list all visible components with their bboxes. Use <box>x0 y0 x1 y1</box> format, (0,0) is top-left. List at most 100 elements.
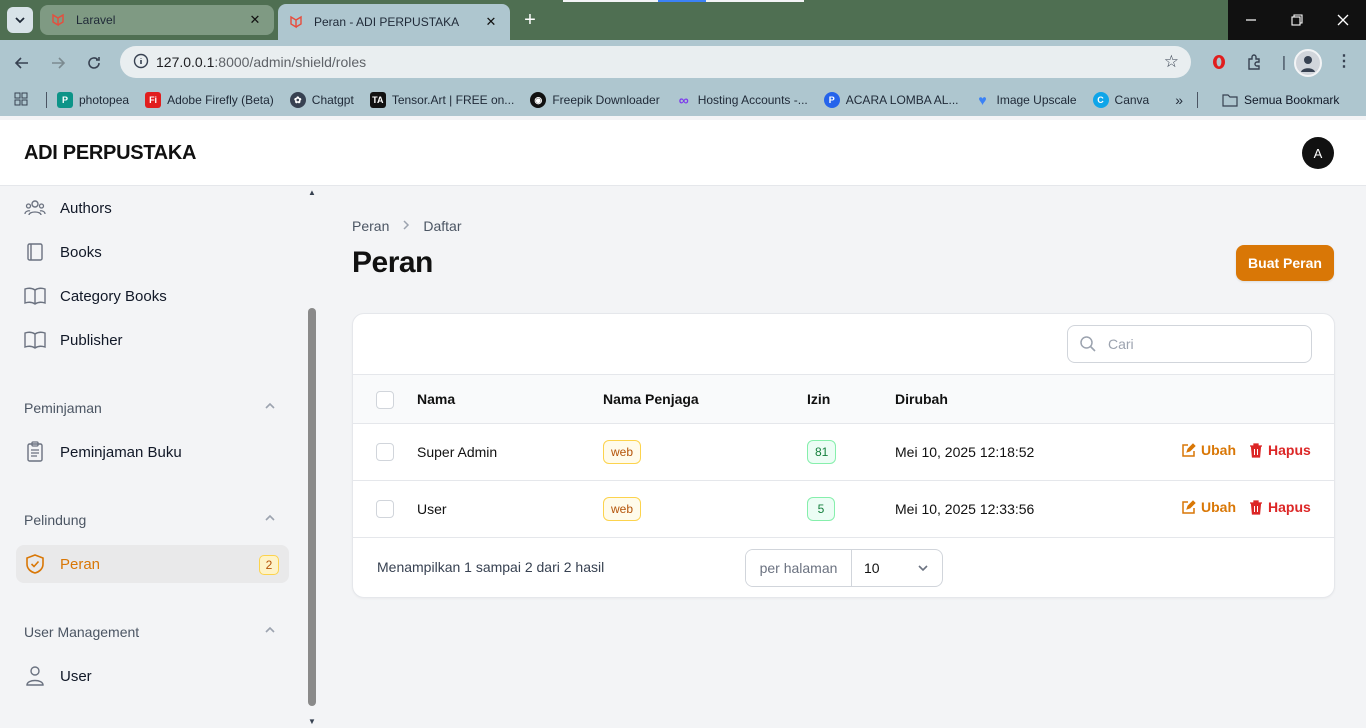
breadcrumb: Peran Daftar <box>352 218 461 234</box>
acara-icon: P <box>823 92 840 108</box>
minimize-icon[interactable] <box>1228 0 1274 40</box>
updated-at: Mei 10, 2025 12:33:56 <box>895 501 1035 517</box>
new-tab-button[interactable]: + <box>518 9 542 33</box>
select-all-checkbox[interactable] <box>376 391 394 409</box>
close-window-icon[interactable] <box>1320 0 1366 40</box>
scroll-up-icon[interactable]: ▲ <box>308 188 316 197</box>
brand-title[interactable]: ADI PERPUSTAKA <box>24 142 196 165</box>
browser-toolbar: 127.0.0.1:8000/admin/shield/roles ☆ | ⋮ <box>0 40 1366 84</box>
bookmark-star-icon[interactable]: ☆ <box>1164 52 1179 72</box>
column-header-guard[interactable]: Nama Penjaga <box>603 391 699 407</box>
chevron-up-icon[interactable] <box>264 624 278 639</box>
restore-icon[interactable] <box>1274 0 1320 40</box>
book-open-icon <box>24 329 46 351</box>
bookmark-acara[interactable]: P ACARA LOMBA AL... <box>823 92 958 108</box>
canva-icon: C <box>1092 92 1109 108</box>
search-field[interactable] <box>1067 325 1312 363</box>
search-input[interactable] <box>1108 336 1298 352</box>
row-checkbox[interactable] <box>376 500 394 518</box>
bookmark-canva[interactable]: C Canva <box>1092 92 1149 108</box>
per-page-select[interactable]: per halaman 10 <box>745 549 943 587</box>
address-bar[interactable]: 127.0.0.1:8000/admin/shield/roles ☆ <box>120 46 1191 78</box>
updated-at: Mei 10, 2025 12:18:52 <box>895 444 1035 460</box>
back-icon[interactable] <box>10 51 34 75</box>
chevron-up-icon[interactable] <box>264 400 278 415</box>
sidebar-item-label: Authors <box>60 199 112 217</box>
bookmark-tensorart[interactable]: TA Tensor.Art | FREE on... <box>369 92 514 108</box>
sidebar-item-peran[interactable]: Peran 2 <box>16 545 289 583</box>
scroll-down-icon[interactable]: ▼ <box>308 717 316 726</box>
roles-table-card: Nama Nama Penjaga Izin Dirubah Super Adm… <box>352 313 1335 598</box>
sidebar-item-user[interactable]: User <box>16 657 289 695</box>
bookmark-freepik[interactable]: ◉ Freepik Downloader <box>530 92 660 108</box>
tab-laravel[interactable]: Laravel ✕ <box>40 5 274 35</box>
more-menu-icon[interactable]: ⋮ <box>1336 51 1352 71</box>
all-bookmarks-folder[interactable]: Semua Bookmark <box>1222 93 1339 107</box>
sidebar-item-category-books[interactable]: Category Books <box>16 277 289 315</box>
sidebar-item-label: Publisher <box>60 331 123 349</box>
window-strip <box>706 0 804 2</box>
user-icon <box>24 665 46 687</box>
page-title: Peran <box>352 246 433 279</box>
close-icon[interactable]: ✕ <box>482 14 500 30</box>
sidebar-item-books[interactable]: Books <box>16 233 289 271</box>
column-header-izin[interactable]: Izin <box>807 391 830 407</box>
sidebar-item-authors[interactable]: Authors <box>16 189 289 227</box>
count-badge: 2 <box>259 555 279 575</box>
sidebar-item-publisher[interactable]: Publisher <box>16 321 289 359</box>
app-topbar: ADI PERPUSTAKA A <box>0 120 1366 186</box>
delete-button[interactable]: Hapus <box>1249 499 1311 515</box>
sidebar-item-label: Peminjaman Buku <box>60 443 182 461</box>
edit-button[interactable]: Ubah <box>1181 499 1236 515</box>
folder-icon <box>1222 94 1238 107</box>
sidebar-scrollbar[interactable]: ▲ ▼ <box>306 186 318 728</box>
tab-search-button[interactable] <box>7 7 33 33</box>
users-icon <box>24 197 46 219</box>
column-header-dirubah[interactable]: Dirubah <box>895 391 948 407</box>
apps-grid-icon[interactable] <box>14 92 40 109</box>
browser-tab-bar: Laravel ✕ Peran - ADI PERPUSTAKA ✕ + <box>0 0 1366 40</box>
more-bookmarks-icon[interactable]: » <box>1175 92 1183 108</box>
bookmark-photopea[interactable]: Pphotopea <box>57 92 129 108</box>
chatgpt-icon: ✿ <box>289 92 306 108</box>
opera-extension-icon[interactable] <box>1208 51 1230 73</box>
column-header-nama[interactable]: Nama <box>417 391 455 407</box>
bookmarks-bar: Pphotopea Fi Adobe Firefly (Beta) ✿ Chatgp… <box>0 84 1366 116</box>
bookmark-upscale[interactable]: ♥ Image Upscale <box>974 92 1076 108</box>
group-label-peminjaman[interactable]: Peminjaman <box>24 400 102 416</box>
tab-peran[interactable]: Peran - ADI PERPUSTAKA ✕ <box>278 4 510 40</box>
group-label-pelindung[interactable]: Pelindung <box>24 512 86 528</box>
chevron-down-icon <box>916 561 930 575</box>
site-info-icon[interactable] <box>126 53 156 72</box>
bookmark-firefly[interactable]: Fi Adobe Firefly (Beta) <box>145 92 274 108</box>
delete-button[interactable]: Hapus <box>1249 442 1311 458</box>
create-role-button[interactable]: Buat Peran <box>1236 245 1334 281</box>
breadcrumb-peran[interactable]: Peran <box>352 218 389 234</box>
infinity-icon: ∞ <box>678 92 689 108</box>
sidebar-item-label: User <box>60 667 92 685</box>
forward-icon[interactable] <box>46 51 70 75</box>
firefly-icon: Fi <box>145 92 162 108</box>
bookmark-hosting[interactable]: ∞ Hosting Accounts -... <box>676 92 808 108</box>
sidebar-item-label: Category Books <box>60 287 167 305</box>
reload-icon[interactable] <box>82 51 106 75</box>
per-page-dropdown[interactable]: 10 <box>852 550 942 586</box>
trash-icon <box>1249 499 1263 515</box>
chevron-up-icon[interactable] <box>264 512 278 527</box>
table-footer: Menampilkan 1 sampai 2 dari 2 hasil per … <box>353 538 1334 597</box>
group-label-user-management[interactable]: User Management <box>24 624 139 640</box>
user-avatar[interactable]: A <box>1302 137 1334 169</box>
permissions-count-badge: 5 <box>807 497 835 521</box>
scroll-thumb[interactable] <box>308 308 316 706</box>
bookmarks-divider <box>1197 92 1199 108</box>
row-checkbox[interactable] <box>376 443 394 461</box>
edit-button[interactable]: Ubah <box>1181 442 1236 458</box>
profile-avatar[interactable] <box>1294 49 1322 77</box>
sidebar-item-peminjaman-buku[interactable]: Peminjaman Buku <box>16 433 289 471</box>
heart-icon: ♥ <box>978 92 987 108</box>
bookmark-chatgpt[interactable]: ✿ Chatgpt <box>289 92 354 108</box>
window-strip <box>658 0 706 2</box>
extensions-icon[interactable] <box>1243 51 1265 73</box>
close-icon[interactable]: ✕ <box>246 12 264 28</box>
edit-icon <box>1181 499 1196 515</box>
